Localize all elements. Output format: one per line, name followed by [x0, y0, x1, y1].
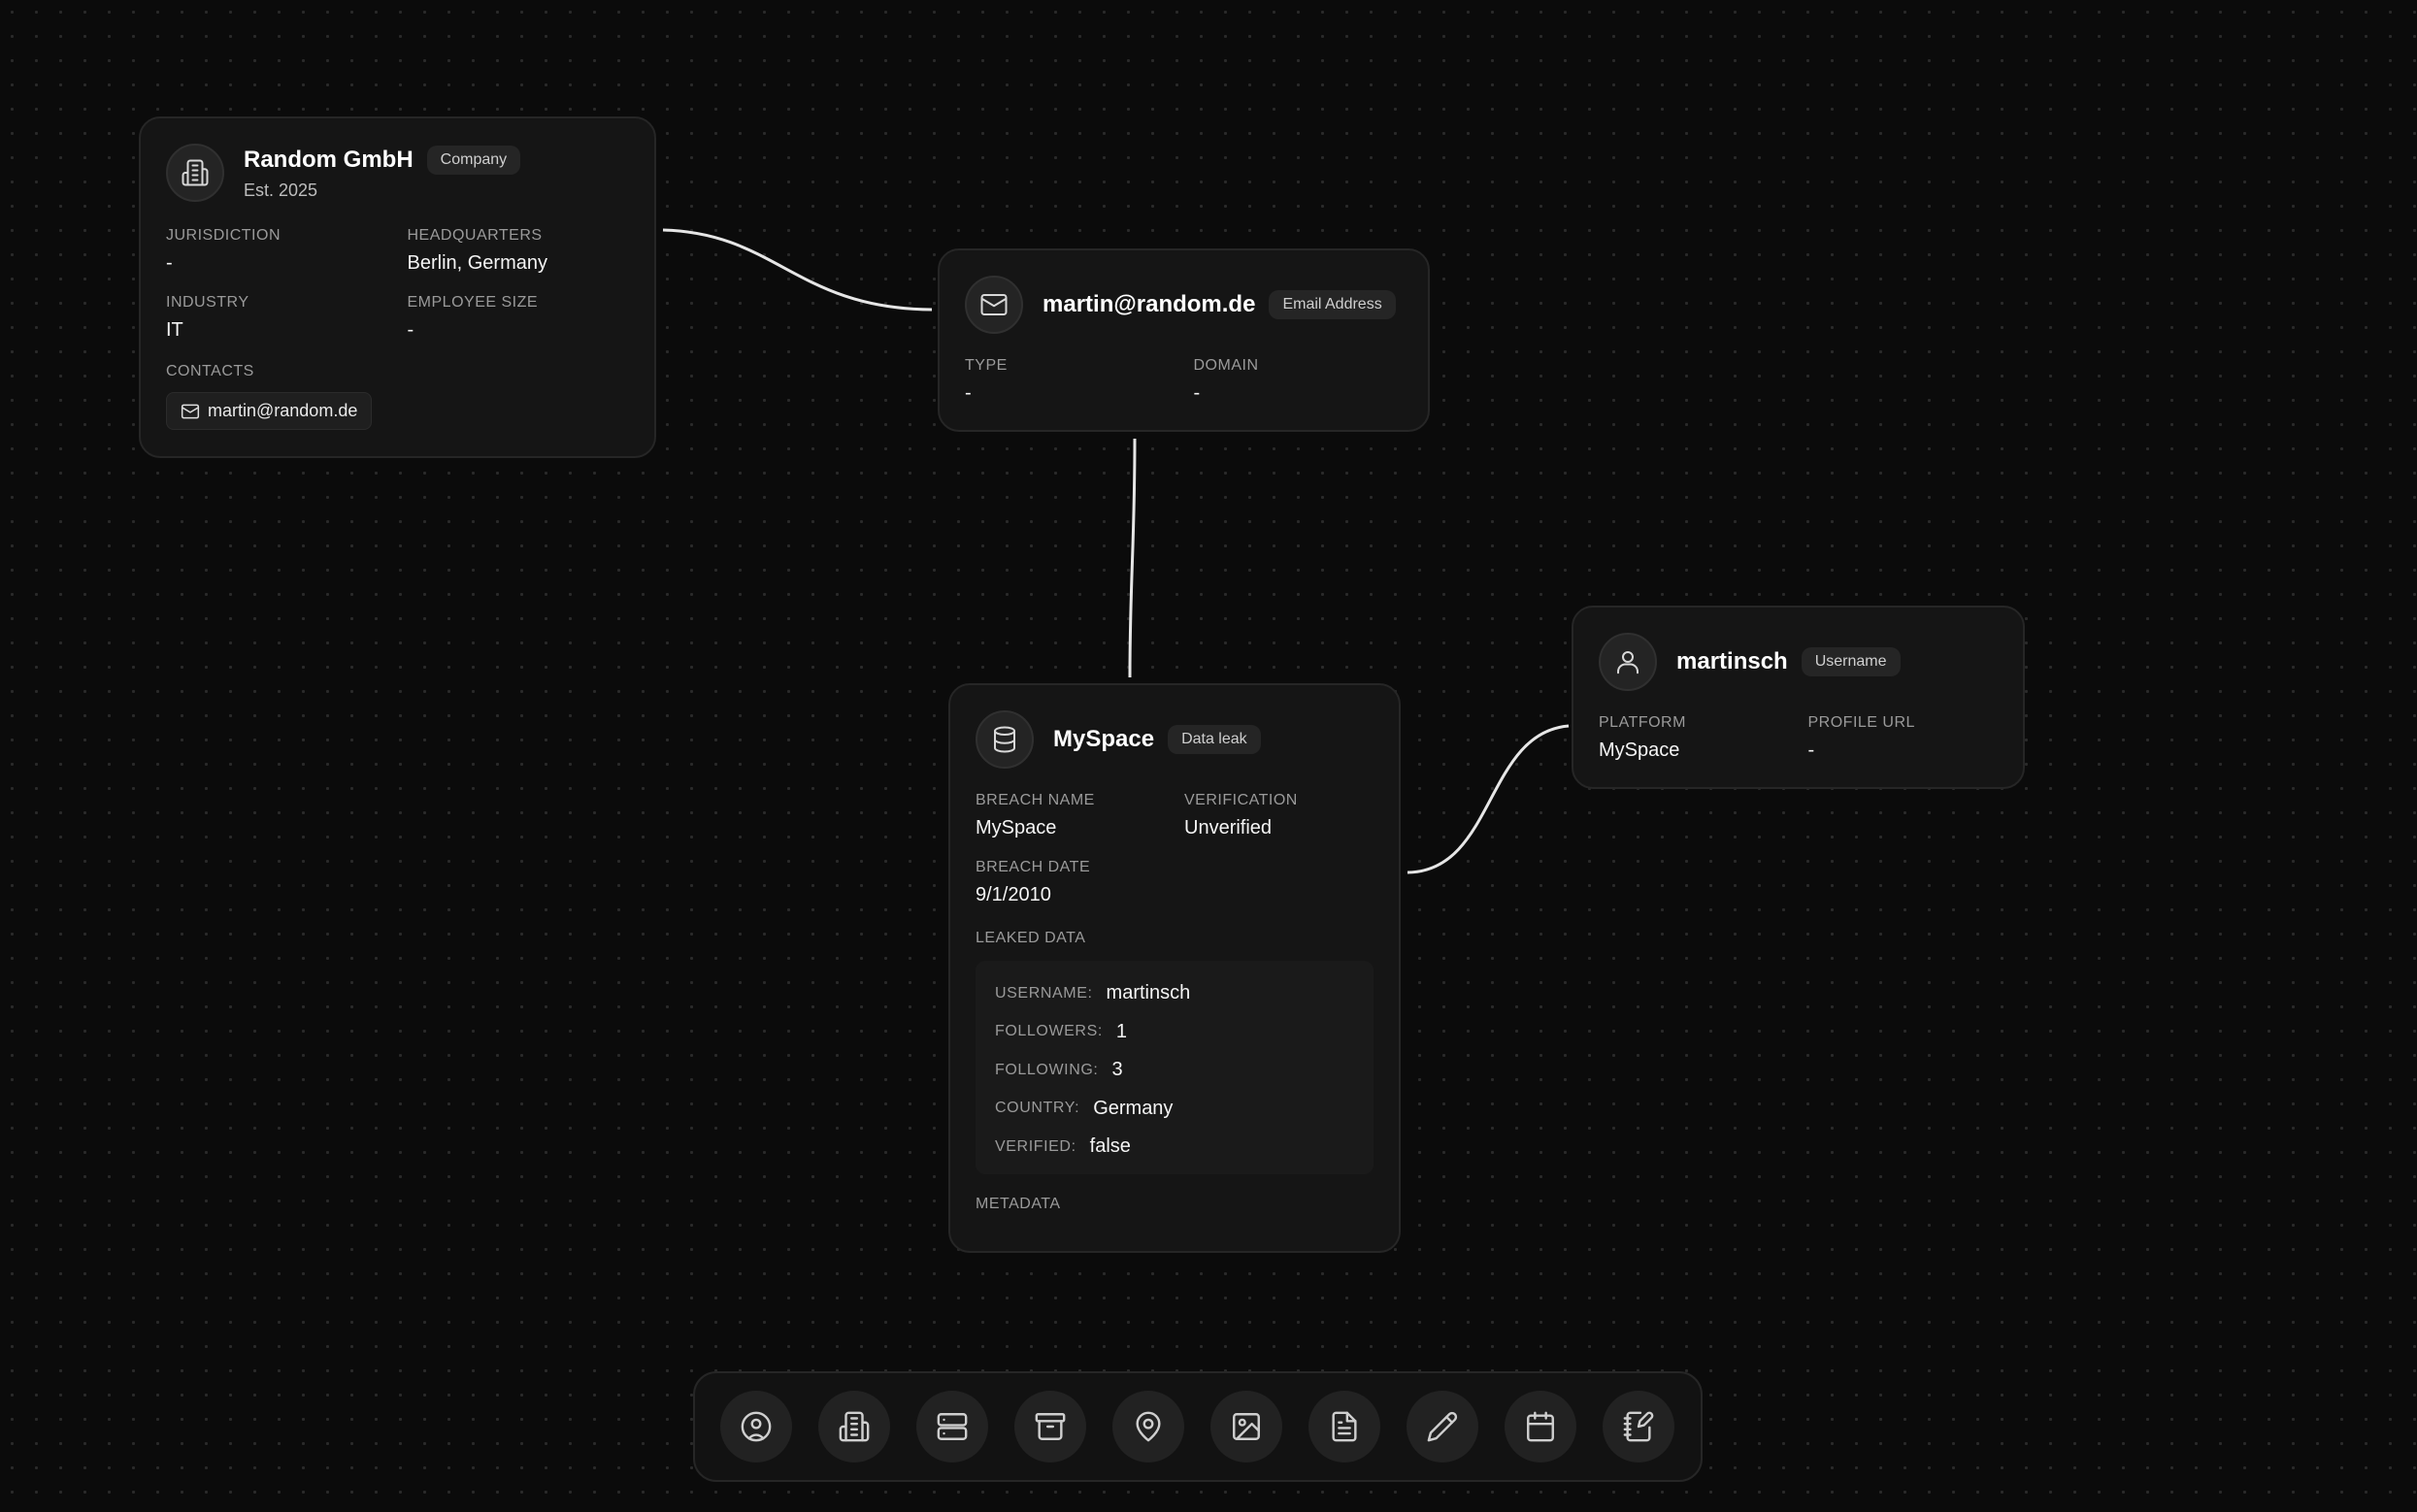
contacts-label: CONTACTS: [166, 363, 254, 379]
edge-breach-username: [1407, 724, 1570, 874]
field-industry: INDUSTRY IT: [166, 294, 249, 341]
node-subtitle: Est. 2025: [244, 180, 318, 200]
node-title: martinsch: [1676, 648, 1788, 674]
leaked-row-following: FOLLOWING: 3: [995, 1059, 1123, 1081]
data-leak-node[interactable]: MySpace Data leak BREACH NAME MySpace VE…: [948, 683, 1401, 1253]
add-image-button[interactable]: [1210, 1391, 1282, 1463]
user-circle-icon: [741, 1411, 772, 1442]
add-event-button[interactable]: [1505, 1391, 1576, 1463]
leaked-data-label: LEAKED DATA: [976, 930, 1086, 946]
node-title: Random GmbH: [244, 146, 414, 173]
contact-chip[interactable]: martin@random.de: [166, 392, 373, 430]
leaked-data-box: USERNAME: martinsch FOLLOWERS: 1 FOLLOWI…: [976, 961, 1374, 1174]
add-archive-button[interactable]: [1014, 1391, 1086, 1463]
add-notebook-button[interactable]: [1603, 1391, 1674, 1463]
node-title: martin@random.de: [1043, 291, 1256, 317]
email-node[interactable]: martin@random.de Email Address TYPE - DO…: [938, 248, 1430, 432]
add-document-button[interactable]: [1308, 1391, 1380, 1463]
metadata-label: METADATA: [976, 1195, 1061, 1212]
node-title: MySpace: [1053, 726, 1155, 752]
server-icon: [937, 1413, 968, 1440]
field-verification: VERIFICATION Unverified: [1184, 792, 1298, 838]
add-note-button[interactable]: [1407, 1391, 1478, 1463]
company-node[interactable]: Random GmbH Company Est. 2025 JURISDICTI…: [139, 116, 656, 458]
leaked-row-country: COUNTRY: Germany: [995, 1097, 1174, 1119]
add-node-toolbar: [693, 1371, 1703, 1482]
field-domain: DOMAIN -: [1193, 357, 1259, 404]
add-person-button[interactable]: [720, 1391, 792, 1463]
node-type-badge: Data leak: [1168, 725, 1261, 754]
building-icon: [166, 144, 224, 202]
node-type-badge: Company: [426, 145, 521, 175]
image-icon: [1233, 1413, 1260, 1440]
add-server-button[interactable]: [916, 1391, 988, 1463]
database-icon: [976, 710, 1034, 769]
calendar-icon: [1527, 1411, 1554, 1442]
field-profile-url: PROFILE URL -: [1807, 714, 1915, 761]
field-breach-name: BREACH NAME MySpace: [976, 792, 1095, 838]
username-node[interactable]: martinsch Username PLATFORM MySpace PROF…: [1572, 606, 2025, 789]
field-jurisdiction: JURISDICTION -: [166, 227, 281, 274]
add-location-button[interactable]: [1112, 1391, 1184, 1463]
pencil-icon: [1427, 1411, 1458, 1442]
leaked-row-username: USERNAME: martinsch: [995, 982, 1191, 1004]
user-icon: [1599, 633, 1657, 691]
field-type: TYPE -: [965, 357, 1008, 404]
edge-company-email: [662, 228, 933, 312]
map-pin-icon: [1136, 1411, 1161, 1442]
edge-email-breach: [1128, 438, 1137, 678]
mail-icon: [965, 276, 1023, 334]
mail-icon: [181, 404, 200, 418]
add-company-button[interactable]: [818, 1391, 890, 1463]
file-text-icon: [1332, 1411, 1357, 1442]
field-employee-size: EMPLOYEE SIZE -: [407, 294, 539, 341]
field-headquarters: HEADQUARTERS Berlin, Germany: [407, 227, 548, 274]
notebook-pen-icon: [1623, 1411, 1654, 1442]
node-type-badge: Username: [1801, 647, 1901, 676]
building-icon: [839, 1411, 870, 1442]
leaked-row-followers: FOLLOWERS: 1: [995, 1020, 1128, 1042]
node-type-badge: Email Address: [1269, 290, 1396, 319]
contact-chip-label: martin@random.de: [208, 401, 358, 420]
field-breach-date: BREACH DATE 9/1/2010: [976, 859, 1091, 905]
archive-icon: [1035, 1413, 1066, 1440]
field-platform: PLATFORM MySpace: [1599, 714, 1686, 761]
leaked-row-verified: VERIFIED: false: [995, 1135, 1131, 1158]
